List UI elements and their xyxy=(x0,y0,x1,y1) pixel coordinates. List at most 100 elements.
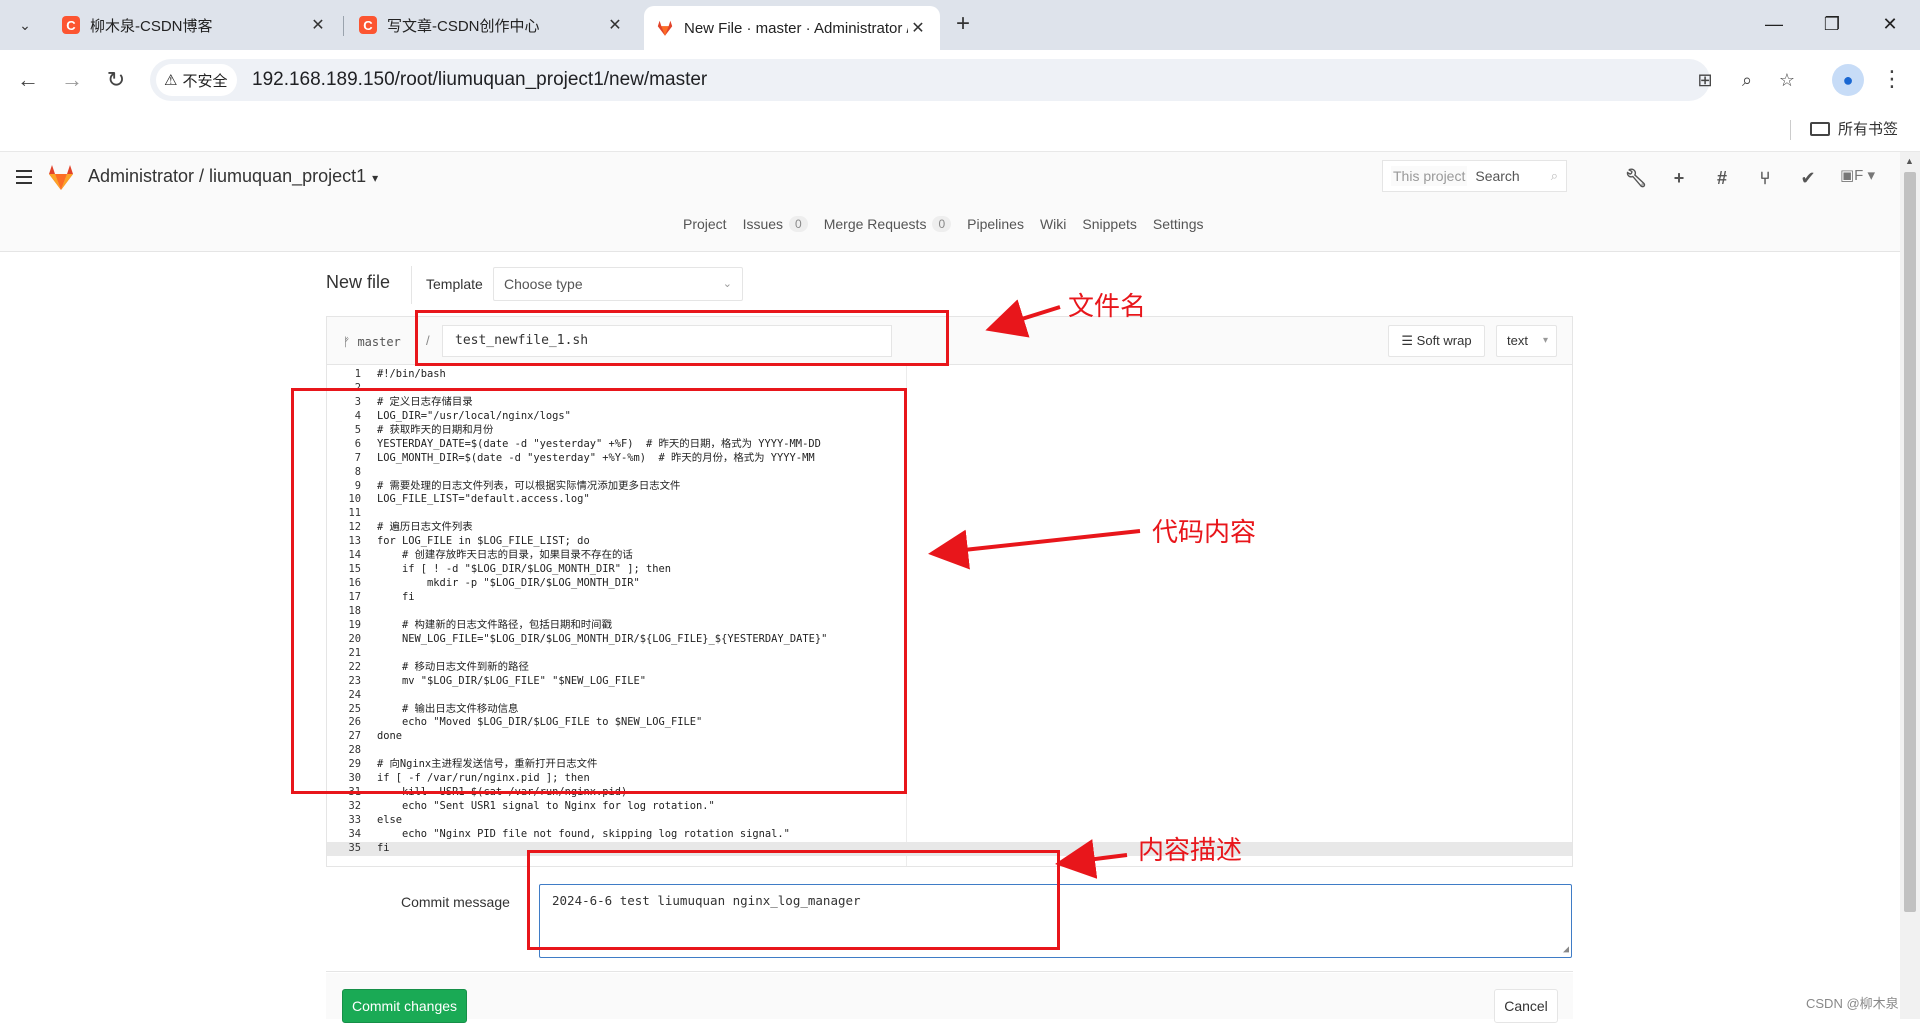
chevron-down-icon: ▾ xyxy=(372,171,379,185)
bookmarks-bar: 所有书签 xyxy=(0,110,1920,152)
code-annotation: 代码内容 xyxy=(1152,518,1257,548)
browser-tab-bar: ⌄ C 柳木泉-CSDN博客 ✕ C 写文章-CSDN创作中心 ✕ New Fi… xyxy=(0,0,1920,50)
wrench-icon[interactable]: 🔧︎ xyxy=(1624,166,1648,190)
more-menu-icon[interactable]: ⋮ xyxy=(1880,64,1904,96)
profile-avatar-icon[interactable]: ● xyxy=(1832,64,1864,96)
tab-search-dropdown[interactable]: ⌄ xyxy=(10,10,40,40)
hamburger-menu-icon[interactable] xyxy=(16,170,32,184)
browser-tab-csdn-blog[interactable]: C 柳木泉-CSDN博客 ✕ xyxy=(50,6,340,44)
line-number: 35 xyxy=(348,841,361,854)
close-icon[interactable]: ✕ xyxy=(308,15,328,35)
code-text: echo "Sent USR1 signal to Nginx for log … xyxy=(377,800,715,813)
subnav-label: Issues xyxy=(742,216,784,232)
bookmarks-divider xyxy=(1790,120,1791,140)
plus-icon[interactable]: + xyxy=(1667,166,1691,190)
filename-highlight-box xyxy=(415,310,949,366)
divider xyxy=(411,266,412,304)
new-tab-button[interactable]: + xyxy=(948,10,978,40)
tab-title: 写文章-CSDN创作中心 xyxy=(387,17,540,35)
scrollbar-thumb[interactable] xyxy=(1904,172,1916,912)
minimize-icon[interactable]: — xyxy=(1754,8,1794,40)
security-label: 不安全 xyxy=(182,72,228,90)
subnav-label: Pipelines xyxy=(967,216,1024,232)
merge-request-icon[interactable]: ⑂ xyxy=(1753,166,1777,190)
subnav-merge-requests[interactable]: Merge Requests 0 xyxy=(824,216,952,232)
hash-icon[interactable]: # xyxy=(1710,166,1734,190)
cancel-button[interactable]: Cancel xyxy=(1494,989,1558,1023)
subnav-issues[interactable]: Issues 0 xyxy=(743,216,808,232)
template-value: Choose type xyxy=(504,276,583,292)
commit-message-label: Commit message xyxy=(401,894,510,910)
reload-icon[interactable]: ↻ xyxy=(100,64,132,96)
code-line[interactable]: 1 #!/bin/bash xyxy=(327,368,1572,382)
branch-label: ᚠ master xyxy=(343,335,401,349)
subnav-wiki[interactable]: Wiki xyxy=(1040,216,1066,232)
soft-wrap-button[interactable]: ☰ Soft wrap xyxy=(1388,325,1485,357)
back-icon[interactable]: ← xyxy=(12,64,44,96)
subnav-snippets[interactable]: Snippets xyxy=(1082,216,1136,232)
search-input[interactable]: This project Search ⌕ xyxy=(1382,160,1567,192)
address-bar[interactable]: ⚠ 不安全 192.168.189.150/root/liumuquan_pro… xyxy=(150,59,1795,101)
zoom-icon[interactable]: ⌕ xyxy=(1734,67,1760,93)
scroll-up-icon[interactable]: ▲ xyxy=(1905,156,1914,166)
browser-tab-csdn-editor[interactable]: C 写文章-CSDN创作中心 ✕ xyxy=(347,6,637,44)
filename-annotation: 文件名 xyxy=(1068,292,1147,322)
file-type-select[interactable]: text ▾ xyxy=(1496,325,1557,357)
tab-title: 柳木泉-CSDN博客 xyxy=(90,17,213,35)
translate-icon[interactable]: ⊞ xyxy=(1692,67,1718,93)
csdn-icon: C xyxy=(359,16,377,34)
subnav-pipelines[interactable]: Pipelines xyxy=(967,216,1024,232)
search-placeholder: Search xyxy=(1475,168,1520,184)
commit-changes-button[interactable]: Commit changes xyxy=(342,989,467,1023)
user-avatar-icon[interactable]: ▣F ▾ xyxy=(1840,166,1875,184)
subnav-project[interactable]: Project xyxy=(683,216,727,232)
new-file-title-row: New file Template Choose type ⌄ xyxy=(326,266,1573,306)
code-text: fi xyxy=(377,841,390,854)
gitlab-logo-icon[interactable] xyxy=(46,162,76,192)
page-scrollbar[interactable]: ▲ xyxy=(1900,152,1920,1019)
project-subnav: Project Issues 0 Merge Requests 0 Pipeline… xyxy=(0,208,1900,252)
resize-handle-icon[interactable]: ◢ xyxy=(1563,944,1569,955)
csdn-icon: C xyxy=(62,16,80,34)
close-icon[interactable]: ✕ xyxy=(908,18,928,38)
gitlab-icon xyxy=(656,19,674,37)
code-line[interactable]: 32 echo "Sent USR1 signal to Nginx for l… xyxy=(327,800,1572,814)
code-text: echo "Nginx PID file not found, skipping… xyxy=(377,827,790,840)
browser-tab-gitlab[interactable]: New File · master · Administrator / lium… xyxy=(644,6,940,50)
branch-name: master xyxy=(357,335,401,349)
watermark: CSDN @柳木泉 xyxy=(1806,996,1899,1011)
branch-icon: ᚠ xyxy=(343,335,351,349)
file-type-value: text xyxy=(1507,333,1528,348)
browser-toolbar: ← → ↻ ⚠ 不安全 192.168.189.150/root/liumuqu… xyxy=(0,50,1920,110)
code-line[interactable]: 34 echo "Nginx PID file not found, skipp… xyxy=(327,828,1572,842)
chevron-down-icon: ▾ xyxy=(1542,335,1548,346)
code-text: #!/bin/bash xyxy=(377,368,446,380)
soft-wrap-label: Soft wrap xyxy=(1416,333,1472,348)
forward-icon[interactable]: → xyxy=(56,64,88,96)
project-breadcrumb[interactable]: Administrator / liumuquan_project1 ▾ xyxy=(88,166,378,187)
bookmark-star-icon[interactable]: ☆ xyxy=(1774,67,1800,93)
line-number: 34 xyxy=(348,827,361,840)
chevron-down-icon: ⌄ xyxy=(722,278,732,290)
todo-check-icon[interactable]: ✔ xyxy=(1796,166,1820,190)
search-icon: ⌕ xyxy=(1550,168,1558,183)
url-text[interactable]: 192.168.189.150/root/liumuquan_project1/… xyxy=(252,59,707,101)
restore-icon[interactable]: ❐ xyxy=(1812,8,1852,40)
all-bookmarks-label: 所有书签 xyxy=(1838,121,1899,138)
line-number: 33 xyxy=(348,814,361,826)
template-select[interactable]: Choose type ⌄ xyxy=(493,267,743,301)
wrap-icon: ☰ xyxy=(1401,333,1414,348)
description-annotation: 内容描述 xyxy=(1138,836,1243,866)
warning-icon: ⚠ xyxy=(164,72,178,89)
security-chip[interactable]: ⚠ 不安全 xyxy=(156,64,238,96)
page-title: New file xyxy=(326,272,391,292)
template-label: Template xyxy=(426,276,483,292)
close-icon[interactable]: ✕ xyxy=(605,15,625,35)
all-bookmarks-button[interactable]: 所有书签 xyxy=(1810,118,1898,139)
subnav-label: Snippets xyxy=(1082,216,1137,232)
code-highlight-box xyxy=(291,388,907,794)
description-highlight-box xyxy=(527,850,1060,950)
subnav-settings[interactable]: Settings xyxy=(1153,216,1204,232)
window-close-icon[interactable]: ✕ xyxy=(1870,8,1910,40)
code-line[interactable]: 33 else xyxy=(327,814,1572,828)
